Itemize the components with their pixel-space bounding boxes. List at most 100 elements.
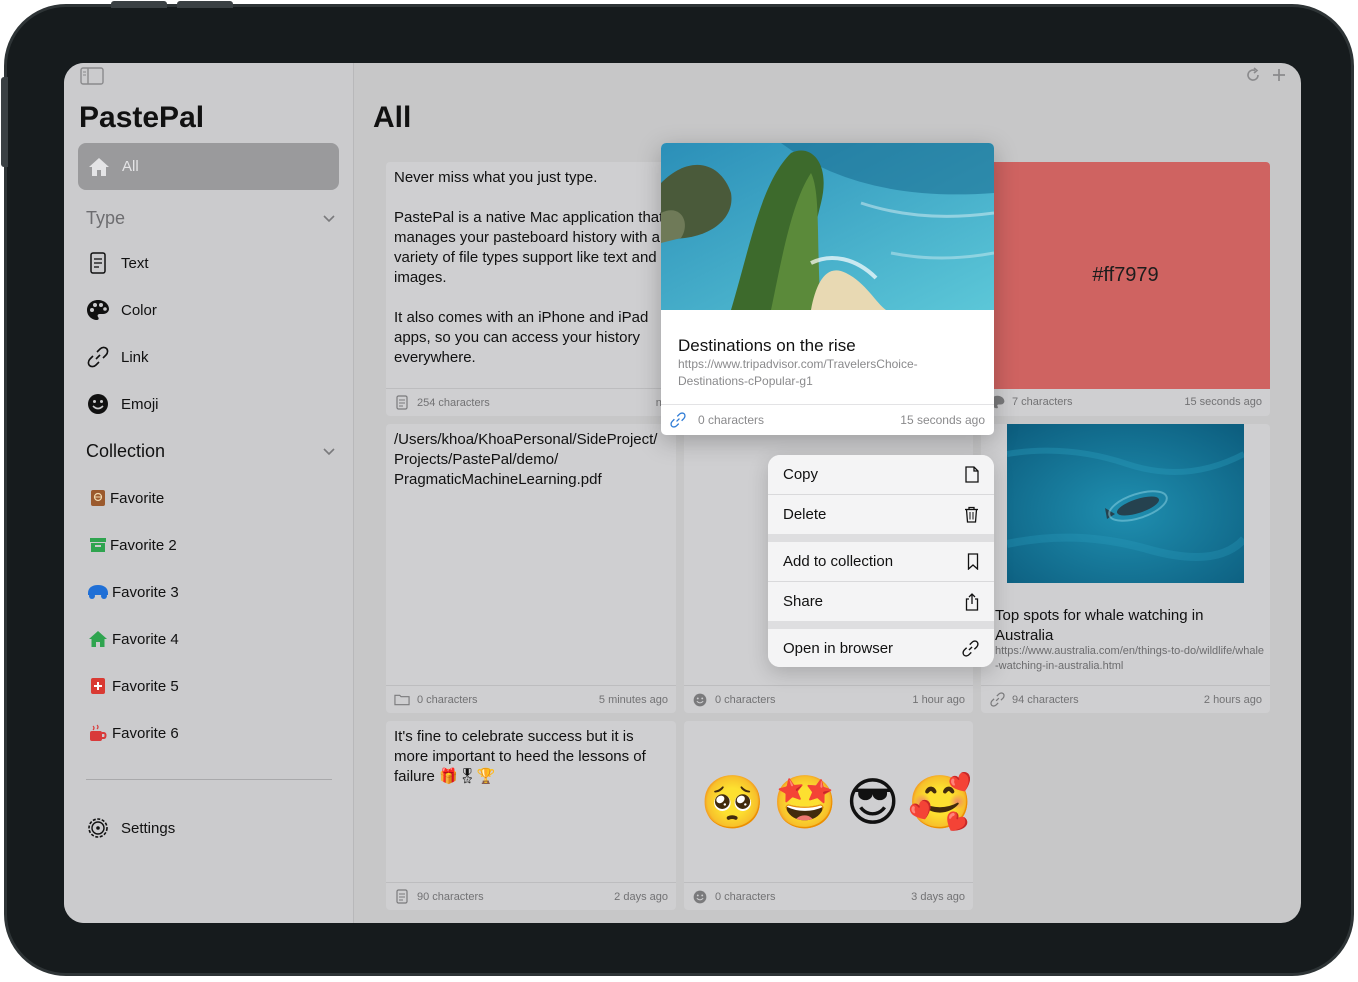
chevron-down-icon[interactable] bbox=[322, 444, 336, 458]
timestamp: 5 minutes ago bbox=[598, 693, 668, 706]
bookmark-icon bbox=[967, 553, 979, 570]
sidebar-toggle-icon[interactable] bbox=[80, 67, 104, 85]
menu-item-copy[interactable]: Copy bbox=[768, 455, 994, 494]
sidebar-item-favorite-6[interactable]: Favorite 6 bbox=[86, 720, 179, 746]
card-footer: 90 characters 2 days ago bbox=[386, 882, 676, 910]
character-count: 90 characters bbox=[417, 890, 484, 903]
character-count: 7 characters bbox=[1012, 396, 1073, 408]
sidebar-item-link[interactable]: Link bbox=[86, 344, 149, 370]
cup-icon bbox=[86, 721, 110, 745]
page-title: All bbox=[373, 101, 412, 134]
archive-box-icon bbox=[86, 533, 110, 557]
timestamp: 1 hour ago bbox=[912, 693, 965, 706]
card-text: /Users/khoa/KhoaPersonal/SideProject/ Pr… bbox=[394, 431, 658, 488]
toolbar bbox=[1245, 67, 1287, 83]
link-icon bbox=[962, 640, 979, 657]
sidebar-item-all[interactable]: All bbox=[78, 143, 339, 190]
clip-preview-popover[interactable]: Destinations on the rise https://www.tri… bbox=[661, 143, 994, 435]
sidebar-item-label: Text bbox=[121, 254, 149, 272]
sidebar-item-color[interactable]: Color bbox=[86, 297, 157, 323]
sidebar-item-favorite-2[interactable]: Favorite 2 bbox=[86, 532, 177, 558]
clip-card-link[interactable]: Top spots for whale watching in Australi… bbox=[981, 424, 1270, 713]
sidebar-item-label: Favorite bbox=[110, 489, 165, 507]
menu-item-add-to-collection[interactable]: Add to collection bbox=[768, 542, 994, 581]
preview-footer: 0 characters 15 seconds ago bbox=[661, 404, 994, 435]
sidebar-item-emoji[interactable]: Emoji bbox=[86, 391, 159, 417]
preview-url[interactable]: https://www.tripadvisor.com/TravelersCho… bbox=[678, 356, 978, 390]
add-icon[interactable] bbox=[1271, 67, 1287, 83]
link-icon bbox=[989, 692, 1005, 708]
menu-item-share[interactable]: Share bbox=[768, 582, 994, 621]
section-title: Collection bbox=[86, 440, 166, 461]
pleading-face-emoji: 🥺 bbox=[700, 773, 765, 833]
context-menu: Copy Delete Add to collection Share Open… bbox=[768, 455, 994, 667]
emoji-list: 🥺 🤩 😎 🥰 bbox=[700, 773, 972, 833]
character-count: 0 characters bbox=[698, 413, 765, 427]
link-icon bbox=[670, 412, 686, 428]
timestamp: 2 hours ago bbox=[1203, 693, 1262, 706]
color-value: #ff7979 bbox=[1092, 264, 1159, 286]
sidebar-item-label: Emoji bbox=[121, 395, 159, 413]
card-text: Never miss what you just type. PastePal … bbox=[394, 169, 664, 366]
sidebar-item-label: Settings bbox=[121, 819, 176, 837]
clip-card-text[interactable]: Never miss what you just type. PastePal … bbox=[386, 162, 676, 416]
menu-item-label: Delete bbox=[783, 506, 827, 523]
timestamp: 2 days ago bbox=[614, 890, 668, 903]
sidebar-item-text[interactable]: Text bbox=[86, 250, 149, 276]
clip-card-emoji[interactable]: 🥺 🤩 😎 🥰 0 characters 3 days ago bbox=[684, 721, 973, 910]
clip-card-text[interactable]: It's fine to celebrate success but it is… bbox=[386, 721, 676, 910]
link-title: Top spots for whale watching in Australi… bbox=[995, 607, 1204, 644]
card-footer: 0 characters 1 hour ago bbox=[684, 685, 973, 713]
gear-icon bbox=[86, 816, 110, 840]
character-count: 94 characters bbox=[1012, 693, 1079, 706]
folder-icon bbox=[394, 692, 410, 708]
sidebar-item-label: Favorite 2 bbox=[110, 536, 177, 554]
timestamp: 15 seconds ago bbox=[900, 413, 985, 427]
menu-item-label: Open in browser bbox=[783, 640, 894, 657]
link-icon bbox=[86, 345, 110, 369]
character-count: 0 characters bbox=[417, 693, 478, 706]
card-footer: 94 characters 2 hours ago bbox=[981, 685, 1270, 713]
menu-item-label: Copy bbox=[783, 466, 819, 483]
sidebar: PastePal All Type Text Color Link Emoji … bbox=[64, 63, 354, 923]
card-footer: 0 characters 5 minutes ago bbox=[386, 685, 676, 713]
emoji-icon bbox=[692, 692, 708, 708]
sidebar-divider bbox=[86, 779, 332, 780]
sidebar-item-favorite-4[interactable]: Favorite 4 bbox=[86, 626, 179, 652]
menu-item-label: Add to collection bbox=[783, 553, 894, 570]
text-doc-icon bbox=[394, 395, 410, 411]
destination-image bbox=[661, 143, 994, 310]
menu-group-gap bbox=[768, 534, 994, 542]
refresh-icon[interactable] bbox=[1245, 67, 1261, 83]
sidebar-item-label: All bbox=[122, 158, 139, 175]
section-type[interactable]: Type bbox=[86, 205, 336, 231]
sidebar-item-settings[interactable]: Settings bbox=[86, 815, 175, 841]
clip-card-file[interactable]: /Users/khoa/KhoaPersonal/SideProject/ Pr… bbox=[386, 424, 676, 713]
sidebar-item-favorite-5[interactable]: Favorite 5 bbox=[86, 673, 179, 699]
character-count: 0 characters bbox=[715, 693, 776, 706]
clip-card-color[interactable]: #ff7979 7 characters 15 seconds ago bbox=[981, 162, 1270, 416]
sidebar-item-favorite[interactable]: Favorite bbox=[86, 485, 164, 511]
ipad-frame: PastePal All Type Text Color Link Emoji … bbox=[1, 1, 1354, 976]
character-count: 254 characters bbox=[417, 396, 490, 409]
emoji-icon bbox=[692, 889, 708, 905]
emoji-icon bbox=[86, 392, 110, 416]
hardware-button bbox=[1, 77, 8, 167]
link-url[interactable]: https://www.australia.com/en/things-to-d… bbox=[995, 644, 1265, 674]
whale-image bbox=[1007, 424, 1244, 583]
character-count: 0 characters bbox=[715, 890, 776, 903]
house-icon bbox=[89, 157, 109, 176]
menu-item-delete[interactable]: Delete bbox=[768, 495, 994, 534]
preview-title: Destinations on the rise bbox=[678, 336, 856, 355]
document-icon bbox=[965, 466, 979, 483]
book-icon bbox=[86, 486, 110, 510]
car-icon bbox=[86, 580, 110, 604]
chevron-down-icon[interactable] bbox=[322, 211, 336, 225]
app-screen: PastePal All Type Text Color Link Emoji … bbox=[64, 63, 1301, 923]
star-struck-emoji: 🤩 bbox=[772, 773, 838, 833]
timestamp: 15 seconds ago bbox=[1184, 396, 1262, 408]
section-collection[interactable]: Collection bbox=[86, 438, 336, 464]
menu-item-open-in-browser[interactable]: Open in browser bbox=[768, 629, 994, 667]
sidebar-item-favorite-3[interactable]: Favorite 3 bbox=[86, 579, 179, 605]
sunglasses-face-emoji: 😎 bbox=[845, 773, 900, 833]
